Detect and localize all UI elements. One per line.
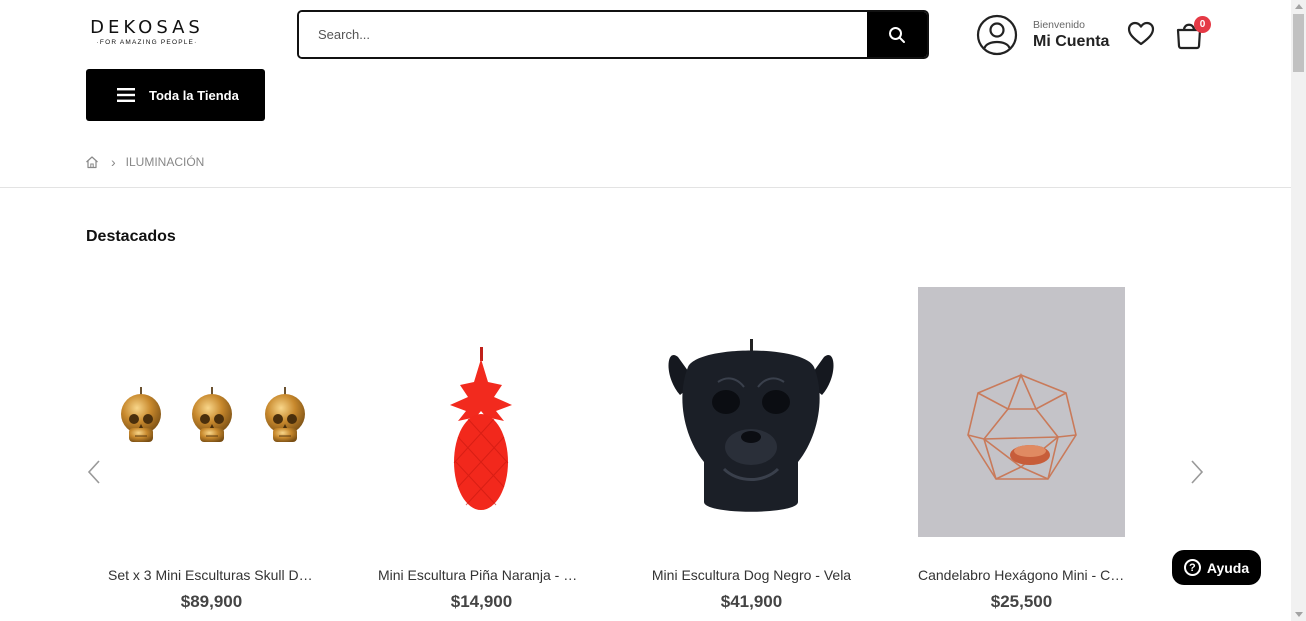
product-image-dog[interactable] xyxy=(648,287,855,537)
header-divider xyxy=(0,187,1291,188)
wishlist-button[interactable] xyxy=(1127,21,1155,52)
page-scrollbar[interactable] xyxy=(1291,0,1306,621)
product-image-skulls[interactable] xyxy=(108,287,315,537)
brand-tagline: ·FOR AMAZING PEOPLE· xyxy=(96,39,198,46)
account-greeting: Bienvenido xyxy=(1033,18,1085,31)
account-link[interactable]: Bienvenido Mi Cuenta xyxy=(976,14,1109,56)
scroll-down-arrow[interactable] xyxy=(1295,612,1303,617)
product-name[interactable]: Mini Escultura Piña Naranja - Vela xyxy=(378,567,585,583)
breadcrumb: › ILUMINACIÓN xyxy=(85,154,204,170)
hamburger-icon xyxy=(117,88,135,102)
product-image-pineapple[interactable] xyxy=(378,287,585,537)
product-name[interactable]: Mini Escultura Dog Negro - Vela xyxy=(648,567,855,583)
user-circle-icon xyxy=(976,14,1018,56)
chevron-right-icon xyxy=(1191,460,1204,484)
search-button[interactable] xyxy=(867,12,927,57)
carousel-prev-button[interactable] xyxy=(86,459,102,490)
question-circle-icon: ? xyxy=(1183,559,1201,576)
all-store-menu-button[interactable]: Toda la Tienda xyxy=(86,69,265,121)
product-card[interactable]: Mini Escultura Dog Negro - Vela $41,900 xyxy=(648,287,855,612)
product-card[interactable]: Mini Escultura Piña Naranja - Vela $14,9… xyxy=(378,287,585,612)
help-button[interactable]: ? Ayuda xyxy=(1172,550,1261,585)
scroll-up-arrow[interactable] xyxy=(1295,4,1303,9)
product-name[interactable]: Candelabro Hexágono Mini - Cobre xyxy=(918,567,1125,583)
account-label: Mi Cuenta xyxy=(1033,33,1110,51)
product-card[interactable]: Candelabro Hexágono Mini - Cobre $25,500 xyxy=(918,287,1125,612)
cart-count-badge: 0 xyxy=(1194,16,1211,33)
search-icon xyxy=(889,26,905,43)
all-store-label: Toda la Tienda xyxy=(149,87,239,103)
home-icon[interactable] xyxy=(85,155,99,169)
product-price: $41,900 xyxy=(720,592,783,611)
section-title: Destacados xyxy=(86,228,176,245)
product-price: $89,900 xyxy=(180,592,243,611)
help-label: Ayuda xyxy=(1206,559,1250,576)
product-card[interactable]: Set x 3 Mini Esculturas Skull Dorado $89… xyxy=(108,287,315,612)
search-bar xyxy=(297,10,929,59)
search-input[interactable] xyxy=(299,12,867,57)
brand-name: DEKOSAS xyxy=(90,17,204,38)
product-price: $25,500 xyxy=(990,592,1053,611)
product-price: $14,900 xyxy=(450,592,513,611)
carousel-next-button[interactable] xyxy=(1189,459,1205,490)
heart-icon xyxy=(1127,21,1155,46)
breadcrumb-separator: › xyxy=(111,154,116,170)
product-image-candelabra[interactable] xyxy=(918,287,1125,537)
brand-logo[interactable]: DEKOSAS ·FOR AMAZING PEOPLE· xyxy=(90,17,204,47)
scroll-thumb[interactable] xyxy=(1293,14,1304,72)
breadcrumb-current: ILUMINACIÓN xyxy=(125,155,205,169)
product-name[interactable]: Set x 3 Mini Esculturas Skull Dorado xyxy=(108,567,315,583)
chevron-left-icon xyxy=(87,460,100,484)
